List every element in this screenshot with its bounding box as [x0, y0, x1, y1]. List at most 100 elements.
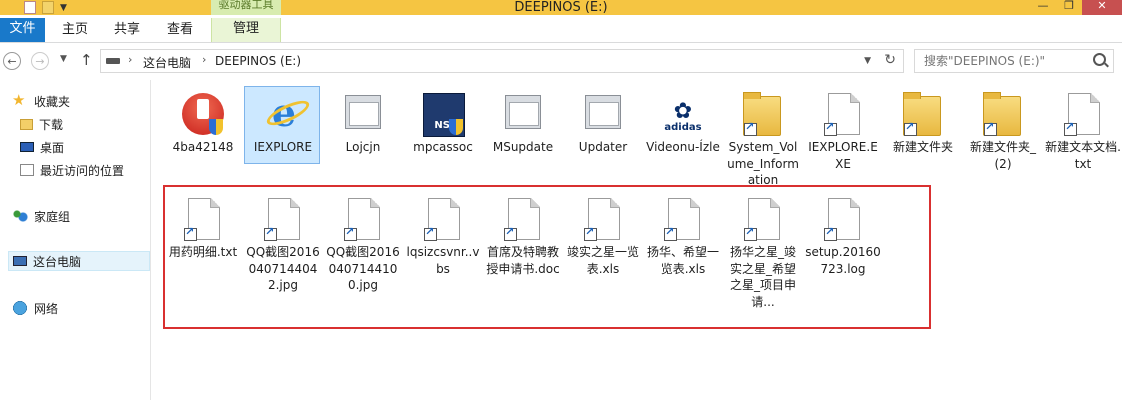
nav-label: 网络: [34, 301, 59, 316]
window-title: DEEPINOS (E:): [514, 0, 608, 15]
tab-share[interactable]: 共享: [109, 20, 145, 40]
file-name: System_Volume_Information: [727, 140, 799, 187]
nav-downloads[interactable]: 下载: [20, 114, 63, 134]
application-icon: [585, 95, 621, 129]
file-item[interactable]: NSI mpcassoc: [405, 93, 481, 156]
shortcut-arrow-icon: [504, 225, 517, 241]
new-folder-icon[interactable]: [42, 1, 54, 14]
file-item[interactable]: IEXPLORE.EXE: [805, 93, 881, 172]
drive-icon: [106, 58, 120, 64]
tab-home[interactable]: 主页: [57, 20, 93, 40]
shortcut-arrow-icon: [1064, 120, 1077, 136]
shortcut-arrow-icon: [824, 120, 837, 136]
nav-label: 这台电脑: [33, 254, 82, 269]
address-dropdown-icon[interactable]: ▼: [864, 56, 871, 66]
file-item[interactable]: 4ba42148: [165, 93, 241, 156]
recent-locations-dropdown[interactable]: ▼: [60, 54, 67, 64]
search-input[interactable]: [914, 49, 1114, 73]
file-name: 竣实之星一览表.xls: [566, 245, 639, 276]
file-name: 扬华之星_竣实之星_希望之星_项目申请...: [729, 245, 796, 309]
shortcut-arrow-icon: [744, 120, 757, 136]
recent-places-icon: [20, 164, 34, 176]
arrow-up-icon: ↑: [80, 51, 93, 69]
uac-shield-icon: [449, 119, 463, 135]
ribbon-tabs: 文件 主页 共享 查看 管理: [0, 15, 1122, 43]
file-name: 用药明细.txt: [168, 245, 238, 259]
search-icon[interactable]: [1093, 53, 1106, 66]
file-item[interactable]: Lojcjn: [325, 93, 401, 156]
file-name: 新建文本文档.txt: [1045, 140, 1121, 171]
file-item[interactable]: 新建文本文档.txt: [1045, 93, 1121, 172]
file-name: mpcassoc: [413, 140, 473, 154]
up-button[interactable]: ↑: [80, 51, 93, 69]
file-item[interactable]: MSupdate: [485, 93, 561, 156]
file-name: 扬华、希望一览表.xls: [646, 245, 719, 276]
nav-favorites[interactable]: 收藏夹: [12, 91, 70, 111]
tab-view[interactable]: 查看: [162, 20, 198, 40]
address-bar[interactable]: › 这台电脑 › DEEPINOS (E:) ▼ ↻: [100, 49, 904, 73]
file-name: QQ截图20160407144042.jpg: [246, 245, 320, 292]
file-name: IEXPLORE.EXE: [808, 140, 878, 171]
shortcut-arrow-icon: [984, 120, 997, 136]
file-item[interactable]: ✿ adidas Videonu-Ízle: [645, 93, 721, 156]
file-name: IEXPLORE: [253, 140, 313, 154]
file-item[interactable]: e IEXPLORE: [244, 86, 321, 164]
tab-manage[interactable]: 管理: [211, 18, 281, 42]
tab-file[interactable]: 文件: [0, 18, 45, 42]
nav-label: 下载: [39, 117, 64, 132]
quick-access-toolbar: ▼: [24, 0, 67, 15]
nav-label: 最近访问的位置: [40, 163, 125, 178]
forward-button[interactable]: →: [31, 52, 49, 70]
chevron-down-icon[interactable]: ▼: [60, 3, 67, 13]
nav-recent-places[interactable]: 最近访问的位置: [20, 160, 124, 180]
adidas-logo-icon: ✿ adidas: [664, 99, 702, 133]
address-toolbar: ← → ▼ ↑ › 这台电脑 › DEEPINOS (E:) ▼ ↻: [0, 43, 1122, 79]
shortcut-arrow-icon: [184, 225, 197, 241]
maximize-button[interactable]: ❐: [1056, 0, 1082, 15]
shortcut-arrow-icon: [344, 225, 357, 241]
file-item[interactable]: 新建文件夹_(2): [965, 92, 1041, 172]
refresh-icon[interactable]: ↻: [884, 52, 896, 68]
desktop-icon: [20, 142, 34, 152]
shortcut-arrow-icon: [824, 225, 837, 241]
download-folder-icon: [20, 118, 33, 130]
back-button[interactable]: ←: [3, 52, 21, 70]
shortcut-arrow-icon: [904, 120, 917, 136]
navigation-pane: 收藏夹 下载 桌面 最近访问的位置 家庭组 这台电脑 网络: [0, 80, 151, 400]
arrow-right-icon: →: [35, 55, 45, 68]
file-name: lqsizcsvnr..vbs: [406, 245, 480, 276]
breadcrumb-drive[interactable]: DEEPINOS (E:): [215, 54, 301, 68]
shortcut-arrow-icon: [744, 225, 757, 241]
breadcrumb-separator[interactable]: ›: [128, 53, 132, 66]
file-name: Updater: [578, 140, 628, 154]
computer-icon: [13, 256, 27, 266]
file-name: 新建文件夹_(2): [969, 140, 1036, 171]
file-name: setup.20160723.log: [805, 245, 881, 276]
properties-icon[interactable]: [24, 1, 36, 14]
nav-network[interactable]: 网络: [12, 298, 58, 318]
nav-homegroup[interactable]: 家庭组: [12, 206, 70, 226]
file-name: QQ截图20160407144100.jpg: [326, 245, 400, 292]
close-button[interactable]: ✕: [1082, 0, 1122, 15]
internet-explorer-icon: e: [265, 93, 303, 133]
breadcrumb-separator[interactable]: ›: [202, 53, 206, 66]
shortcut-arrow-icon: [664, 225, 677, 241]
file-name: Videonu-Ízle: [646, 140, 720, 154]
drive-tools-context-label: 驱动器工具: [211, 0, 281, 15]
file-item[interactable]: 新建文件夹: [885, 92, 961, 156]
nav-desktop[interactable]: 桌面: [20, 137, 64, 157]
file-name: MSupdate: [492, 140, 554, 154]
star-icon: [12, 91, 28, 109]
breadcrumb-this-pc[interactable]: 这台电脑: [143, 54, 191, 71]
nav-this-pc[interactable]: 这台电脑: [8, 251, 150, 271]
file-name: 首席及特聘教授申请书.doc: [486, 245, 560, 276]
file-name: 新建文件夹: [892, 140, 953, 154]
file-name: 4ba42148: [172, 140, 234, 154]
nav-label: 收藏夹: [34, 94, 71, 109]
file-item[interactable]: System_Volume_Information: [725, 92, 801, 189]
file-item[interactable]: Updater: [565, 93, 641, 156]
file-name: Lojcjn: [345, 140, 381, 154]
minimize-button[interactable]: —: [1030, 0, 1056, 15]
shortcut-arrow-icon: [584, 225, 597, 241]
arrow-left-icon: ←: [7, 55, 17, 68]
